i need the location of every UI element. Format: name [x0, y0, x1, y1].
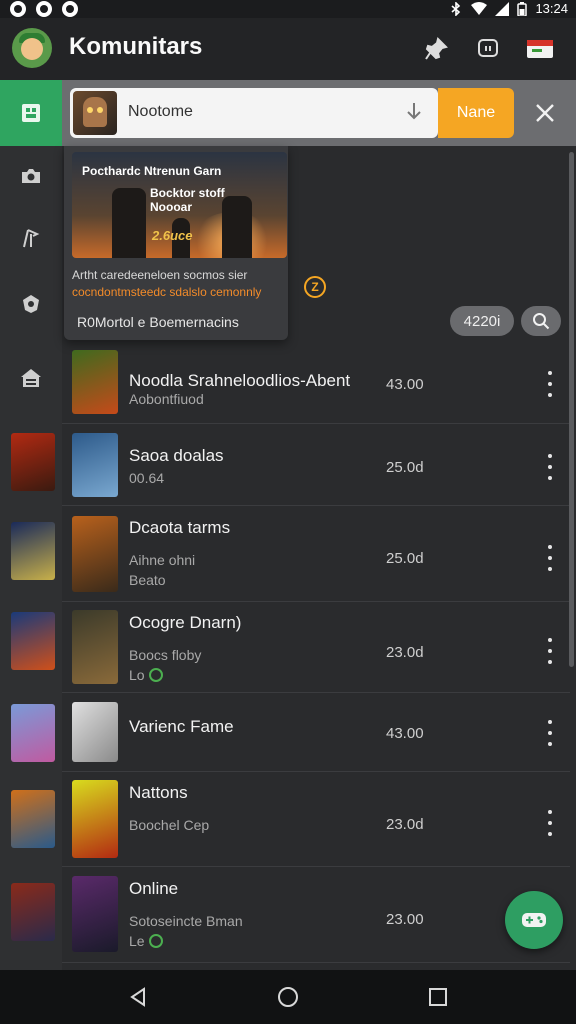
- search-button[interactable]: Nane: [438, 88, 514, 138]
- more-options-icon[interactable]: [542, 454, 558, 480]
- notification-icon: [36, 1, 52, 17]
- game-extra: Lo: [129, 667, 163, 683]
- search-thumbnail: [73, 91, 117, 135]
- game-title: Dcaota tarms: [129, 518, 231, 537]
- bluetooth-icon: [451, 1, 461, 16]
- featured-description-highlight: cocndontmsteedc sdalslo cemonnly: [72, 285, 262, 299]
- featured-artwork: Pocthardc Ntrenun Garn Bocktor stoff Noo…: [72, 152, 287, 258]
- recent-game-thumbnail[interactable]: [11, 433, 55, 491]
- game-subtitle: Aobontfiuod: [129, 391, 204, 407]
- clock: 13:24: [535, 1, 568, 16]
- game-title: Nattons: [129, 783, 188, 802]
- game-title: Noodla Srahneloodlios-Abent: [129, 371, 351, 390]
- more-options-icon[interactable]: [542, 810, 558, 836]
- scrollbar[interactable]: [569, 152, 574, 667]
- more-options-icon[interactable]: [542, 638, 558, 664]
- game-price: 25.0d: [386, 550, 424, 567]
- verified-icon: [148, 934, 163, 948]
- status-bar: 13:24: [0, 0, 576, 18]
- search-icon[interactable]: [521, 306, 561, 336]
- game-subtitle: Sotoseincte Bman: [129, 913, 243, 929]
- wifi-icon: [471, 1, 488, 15]
- game-cover: [72, 780, 118, 858]
- game-extra: Le: [129, 933, 163, 949]
- pin-icon[interactable]: [422, 35, 450, 63]
- game-title: Varienc Fame: [129, 717, 234, 736]
- game-price: 23.0d: [386, 816, 424, 833]
- game-price: 43.00: [386, 376, 424, 393]
- recents-icon[interactable]: [426, 985, 450, 1009]
- search-input[interactable]: Nootome: [70, 88, 438, 138]
- list-item[interactable]: Nattons Boochel Cep 23.0d: [62, 772, 570, 867]
- game-cover: [72, 516, 118, 592]
- game-title: Saoa doalas: [129, 446, 224, 465]
- close-icon[interactable]: [532, 100, 558, 126]
- game-title: Online: [129, 879, 179, 898]
- game-price: 25.0d: [386, 459, 424, 476]
- controller-fab[interactable]: [505, 891, 563, 949]
- avatar[interactable]: [12, 28, 52, 68]
- result-count-chip[interactable]: 4220i: [450, 306, 514, 336]
- notification-icon: [62, 1, 78, 17]
- recent-game-thumbnail[interactable]: [11, 790, 55, 848]
- list-item[interactable]: Saoa doalas 00.64 25.0d: [62, 424, 570, 506]
- game-cover: [72, 610, 118, 684]
- recent-game-thumbnail[interactable]: [11, 704, 55, 762]
- game-cover: [72, 702, 118, 762]
- system-navigation-bar: [0, 970, 576, 1024]
- featured-description: Artht caredeeneloen socmos sier: [72, 268, 248, 282]
- game-extra: Beato: [129, 572, 166, 588]
- route-icon[interactable]: [19, 226, 43, 250]
- recent-game-thumbnail[interactable]: [11, 522, 55, 580]
- battery-icon: [517, 1, 528, 16]
- game-price: 23.0d: [386, 644, 424, 661]
- game-subtitle: Boochel Cep: [129, 817, 210, 833]
- list-item[interactable]: Noodla Srahneloodlios-Abent Aobontfiuod …: [62, 343, 570, 424]
- download-icon[interactable]: [404, 101, 424, 123]
- list-item[interactable]: Online Sotoseincte Bman Le 23.00: [62, 867, 570, 963]
- featured-art-title: Pocthardc Ntrenun Garn: [82, 164, 222, 178]
- game-cover: [72, 876, 118, 952]
- more-options-icon[interactable]: [542, 371, 558, 397]
- info-badge[interactable]: Z: [304, 276, 326, 298]
- game-price: 43.00: [386, 725, 424, 742]
- gift-card-icon[interactable]: [526, 35, 554, 63]
- search-query: Nootome: [128, 103, 193, 120]
- search-bar-container: Nootome Nane: [62, 80, 576, 146]
- chat-icon[interactable]: [474, 35, 502, 63]
- recent-game-thumbnail[interactable]: [11, 612, 55, 670]
- app-bar: Komunitars: [0, 18, 576, 80]
- more-options-icon[interactable]: [542, 545, 558, 571]
- app-title: Komunitars: [69, 33, 203, 60]
- game-price: 23.00: [386, 911, 424, 928]
- back-icon[interactable]: [126, 985, 150, 1009]
- notification-icon: [10, 1, 26, 17]
- list-item[interactable]: Ocogre Dnarn) Boocs floby Lo 23.0d: [62, 602, 570, 693]
- game-cover: [72, 350, 118, 414]
- featured-link[interactable]: R0Mortol e Boemernacins: [77, 314, 239, 330]
- store-icon[interactable]: [19, 366, 43, 390]
- home-icon[interactable]: [276, 985, 300, 1009]
- rail-item-home[interactable]: [0, 80, 62, 146]
- camera-icon[interactable]: [19, 164, 43, 188]
- list-item[interactable]: Dcaota tarms Aihne ohni Beato 25.0d: [62, 506, 570, 602]
- gamepad-icon: [522, 913, 546, 927]
- game-subtitle: 00.64: [129, 470, 165, 486]
- recent-game-thumbnail[interactable]: [11, 883, 55, 941]
- featured-game-card[interactable]: Pocthardc Ntrenun Garn Bocktor stoff Noo…: [64, 146, 288, 340]
- featured-art-subtitle: Bocktor stoff Noooar: [150, 186, 225, 214]
- featured-art-price: 2.6uce: [152, 228, 193, 243]
- game-title: Ocogre Dnarn): [129, 613, 242, 632]
- game-subtitle: Boocs floby: [129, 647, 202, 663]
- navigation-rail: [0, 80, 62, 970]
- game-cover: [72, 433, 118, 497]
- home-grid-icon: [22, 104, 40, 122]
- shield-icon[interactable]: [19, 292, 43, 316]
- game-subtitle: Aihne ohni: [129, 552, 196, 568]
- list-item[interactable]: Varienc Fame 43.00: [62, 693, 570, 772]
- signal-icon: [495, 1, 510, 16]
- more-options-icon[interactable]: [542, 720, 558, 746]
- verified-icon: [148, 668, 163, 682]
